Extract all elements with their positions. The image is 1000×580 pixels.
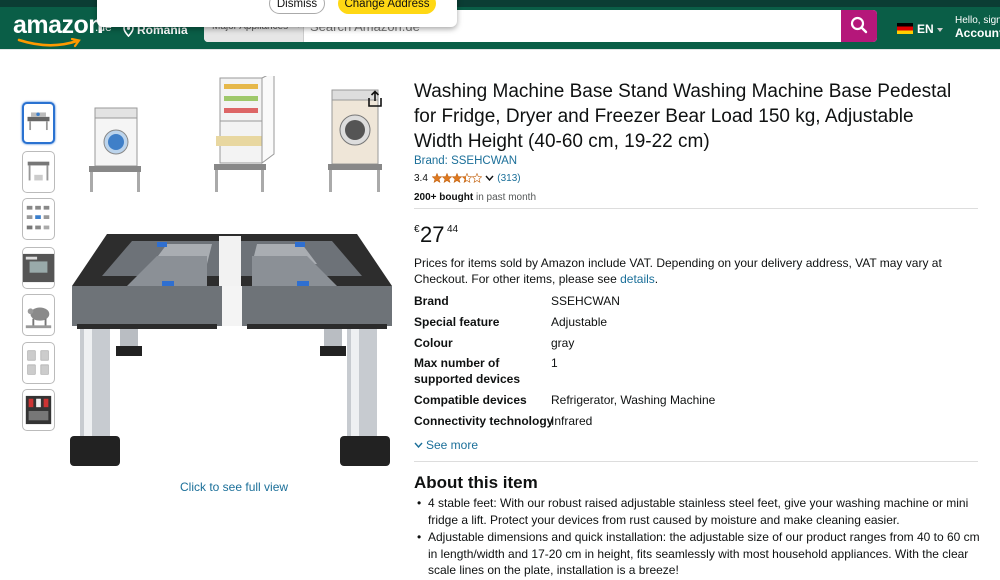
change-address-button[interactable]: Change Address: [338, 0, 436, 14]
spec-key: Special feature: [414, 315, 500, 329]
spec-key: Compatible devices: [414, 393, 527, 407]
logo-text: amazon: [13, 11, 104, 39]
thumbnail-image: [27, 161, 50, 181]
price-fraction: 44: [447, 224, 459, 235]
rating-summary: 3.4 (313): [414, 173, 521, 184]
share-icon[interactable]: [367, 90, 383, 108]
washer-illustration: [89, 107, 141, 192]
product-title: Washing Machine Base Stand Washing Machi…: [414, 81, 952, 152]
nav-header: amazon .de Romania Major Appliances EN: [0, 0, 1000, 49]
spec-value: Refrigerator, Washing Machine: [551, 393, 716, 407]
vat-details-link[interactable]: details: [620, 272, 655, 286]
search-button[interactable]: [841, 10, 877, 42]
spec-value: 1: [551, 356, 558, 370]
about-bullet: Adjustable dimensions and quick installa…: [414, 529, 986, 579]
about-bullet: 4 stable feet: With our robust raised ad…: [414, 495, 986, 528]
spec-key: Max number of supported devices: [414, 356, 521, 386]
section-divider: [414, 461, 978, 462]
header-divider: [0, 49, 1000, 50]
thumbnail-2[interactable]: [22, 151, 55, 193]
search-icon: [850, 16, 868, 33]
main-product-image[interactable]: [62, 76, 397, 476]
language-code: EN: [917, 22, 934, 36]
price-whole: 27: [420, 222, 445, 247]
thumbnail-7[interactable]: [22, 389, 55, 431]
caret-down-icon: [937, 28, 944, 32]
logo-smile-icon: [17, 38, 81, 48]
spec-key: Colour: [414, 336, 453, 350]
brand-link[interactable]: Brand: SSEHCWAN: [414, 155, 517, 167]
thumbnail-image: [25, 307, 52, 329]
price-currency: €: [414, 224, 420, 235]
bought-count: 200+ bought: [414, 192, 474, 203]
fridge-illustration: [214, 76, 275, 192]
thumbnail-6[interactable]: [22, 342, 55, 384]
vat-notice: Prices for items sold by Amazon include …: [414, 255, 984, 287]
vat-end: .: [654, 272, 659, 286]
vat-text: Prices for items sold by Amazon include …: [414, 256, 942, 286]
spec-value: SSEHCWAN: [551, 294, 620, 308]
bought-in-past-month: 200+ bought in past month: [414, 192, 536, 203]
thumbnail-image: [23, 253, 54, 283]
thumbnail-4[interactable]: [22, 247, 55, 289]
thumbnail-3[interactable]: [22, 198, 55, 240]
bought-period: in past month: [473, 192, 536, 203]
chevron-down-icon: [414, 442, 423, 449]
thumbnail-image: [27, 350, 49, 375]
spec-value: Adjustable: [551, 315, 608, 329]
chevron-down-icon[interactable]: [485, 175, 494, 182]
rating-count-link[interactable]: (313): [497, 173, 520, 184]
section-divider: [414, 208, 978, 209]
click-to-see-full-view-link[interactable]: Click to see full view: [180, 480, 288, 494]
thumbnail-image: [26, 205, 50, 230]
spec-value: gray: [551, 336, 575, 350]
see-more-link[interactable]: See more: [414, 438, 478, 452]
about-bullets: 4 stable feet: With our robust raised ad…: [414, 495, 986, 580]
stand-illustration: [70, 234, 392, 466]
thumbnail-image: [25, 395, 52, 425]
spec-value: Infrared: [551, 414, 593, 428]
thumbnail-1[interactable]: [22, 102, 55, 144]
address-popup: Dismiss Change Address: [97, 0, 457, 27]
spec-key: Brand: [414, 294, 449, 308]
flag-icon: [897, 23, 913, 34]
language-selector[interactable]: EN: [897, 22, 944, 36]
spec-key: Connectivity technology: [414, 414, 554, 428]
account-menu[interactable]: Hello, sign in Account & Lists: [955, 14, 1000, 40]
thumbnail-image: [27, 112, 50, 131]
star-rating-icon[interactable]: [431, 173, 482, 183]
rating-value: 3.4: [414, 173, 428, 184]
see-more-label: See more: [426, 438, 479, 452]
about-this-item-heading: About this item: [414, 473, 538, 492]
account-lists-label: Account & Lists: [955, 26, 1000, 40]
thumbnail-5[interactable]: [22, 294, 55, 336]
dismiss-button[interactable]: Dismiss: [269, 0, 325, 14]
